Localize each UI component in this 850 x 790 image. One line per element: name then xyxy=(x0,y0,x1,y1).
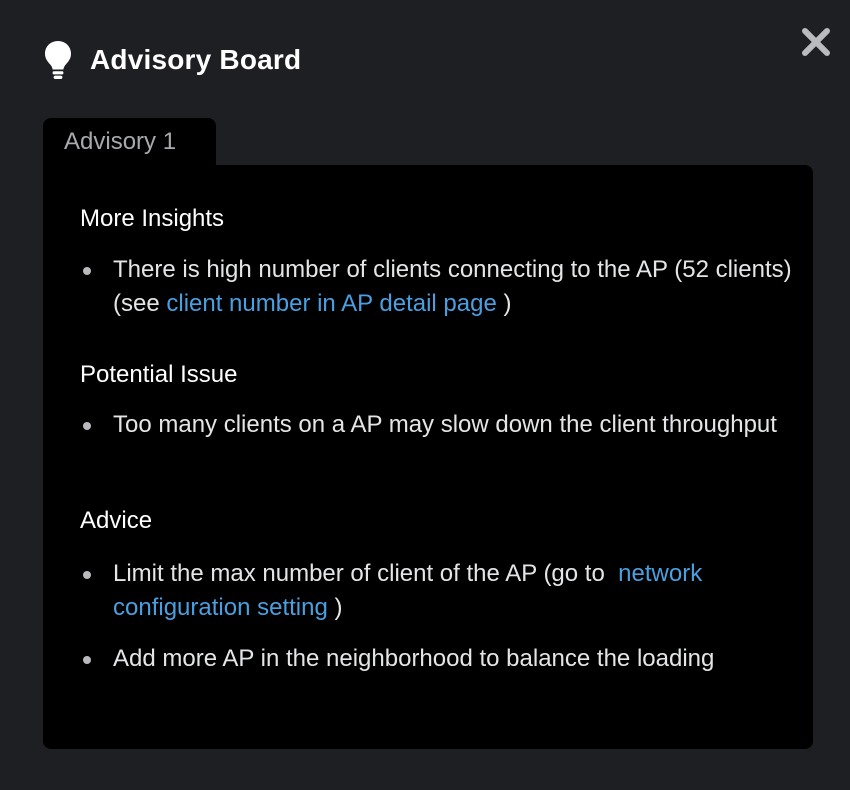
section-title-advice: Advice xyxy=(80,507,153,534)
list-item: There is high number of clients connecti… xyxy=(80,253,792,321)
tab-label: Advisory 1 xyxy=(64,128,177,155)
client-number-link[interactable]: client number in AP detail page xyxy=(166,290,496,317)
item-text-after: ) xyxy=(496,290,512,317)
dialog-header: Advisory Board xyxy=(44,38,301,82)
lightbulb-icon xyxy=(44,38,74,82)
section-title-insights: More Insights xyxy=(80,205,225,232)
list-item-text: There is high number of clients connecti… xyxy=(113,253,793,321)
close-icon xyxy=(801,27,831,62)
bullet xyxy=(83,571,91,579)
item-text-after: ) xyxy=(327,594,343,621)
close-button[interactable] xyxy=(798,26,834,62)
list-item-text: Too many clients on a AP may slow down t… xyxy=(113,411,777,438)
advisory-panel: More Insights There is high number of cl… xyxy=(43,165,813,749)
item-text-before: Limit the max number of client of the AP… xyxy=(113,560,619,587)
bullet xyxy=(83,422,91,430)
bullet xyxy=(83,267,91,275)
dialog-title: Advisory Board xyxy=(90,44,302,75)
list-item: Add more AP in the neighborhood to balan… xyxy=(80,642,785,710)
tab-advisory-1[interactable]: Advisory 1 xyxy=(43,118,216,166)
list-item: Too many clients on a AP may slow down t… xyxy=(80,408,785,476)
list-item-text: Add more AP in the neighborhood to balan… xyxy=(113,645,715,672)
section-title-issue: Potential Issue xyxy=(80,361,238,388)
list-item: Limit the max number of client of the AP… xyxy=(80,557,785,625)
list-item-text: Limit the max number of client of the AP… xyxy=(113,557,793,625)
bullet xyxy=(83,656,91,664)
